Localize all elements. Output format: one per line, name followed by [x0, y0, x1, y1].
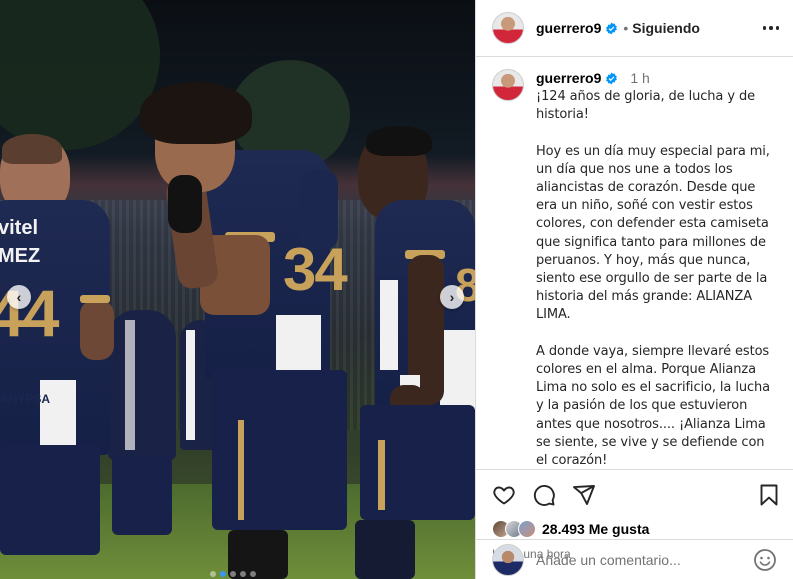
jersey-sponsor-text: vitel [0, 217, 39, 239]
jersey-brand-text: ANYPSA [0, 392, 51, 406]
heart-icon[interactable] [492, 483, 516, 507]
post-side-panel: guerrero9 • Siguiendo guerrero9 1 h ¡124… [475, 0, 793, 579]
emoji-icon[interactable] [753, 548, 777, 572]
more-options-icon[interactable] [762, 26, 779, 30]
carousel-indicators [210, 571, 256, 577]
instagram-post-modal: vitel MEZ 44 ANYPSA 34 8 ‹ › guerrero9 •… [0, 0, 793, 579]
carousel-dot [210, 571, 216, 577]
verified-badge-icon [605, 72, 618, 85]
comment-input[interactable] [536, 551, 736, 568]
caption-text: ¡124 años de gloria, de lucha y de histo… [536, 89, 771, 469]
jersey-number: 34 [283, 236, 348, 303]
carousel-dot [230, 571, 236, 577]
bookmark-icon[interactable] [757, 483, 781, 507]
current-user-avatar [492, 543, 524, 576]
likes-count[interactable]: 28.493 Me gusta [542, 521, 649, 537]
likes-row: 28.493 Me gusta [492, 518, 781, 540]
post-photo[interactable]: vitel MEZ 44 ANYPSA 34 8 ‹ › [0, 0, 475, 579]
jersey-name-text: MEZ [0, 245, 41, 267]
post-caption: guerrero9 1 h ¡124 años de gloria, de lu… [476, 57, 793, 469]
carousel-dot [250, 571, 256, 577]
author-username[interactable]: guerrero9 [536, 20, 601, 36]
share-icon[interactable] [572, 483, 596, 507]
verified-badge-icon [605, 22, 618, 35]
liker-avatars[interactable] [492, 520, 536, 538]
caption-time[interactable]: 1 h [630, 70, 649, 86]
following-button[interactable]: Siguiendo [632, 20, 700, 36]
separator-dot: • [623, 20, 629, 36]
chevron-left-icon: ‹ [16, 289, 22, 305]
carousel-prev-button[interactable]: ‹ [7, 285, 31, 309]
liker-avatar [518, 520, 536, 538]
jersey-number: 44 [0, 276, 59, 350]
comment-bar [476, 539, 793, 579]
caption-author-username[interactable]: guerrero9 [536, 70, 601, 86]
carousel-dot-active [220, 571, 226, 577]
action-bar [492, 480, 781, 510]
author-avatar[interactable] [492, 12, 524, 44]
caption-author-avatar[interactable] [492, 69, 524, 101]
carousel-dot [240, 571, 246, 577]
background-tree [0, 0, 160, 150]
chevron-right-icon: › [449, 289, 455, 305]
comment-icon[interactable] [532, 483, 556, 507]
post-header: guerrero9 • Siguiendo [476, 0, 793, 57]
carousel-next-button[interactable]: › [440, 285, 464, 309]
